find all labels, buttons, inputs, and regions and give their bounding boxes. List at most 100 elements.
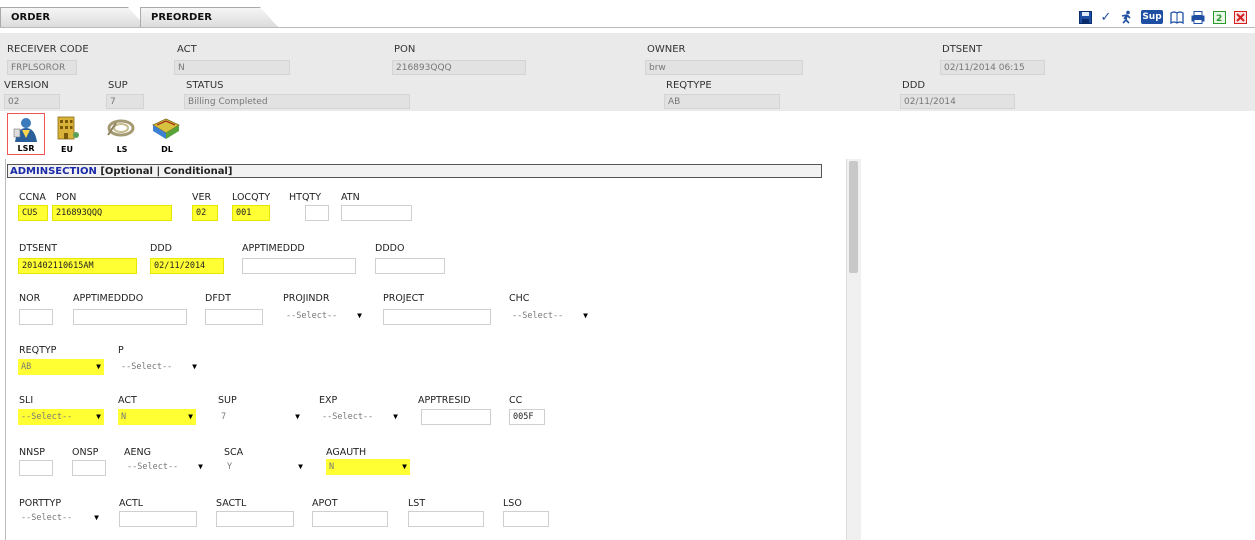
reqtype-value: AB: [664, 94, 780, 109]
porttyp-value: --Select--: [21, 513, 73, 523]
sactl-input[interactable]: [216, 511, 294, 527]
p-select[interactable]: --Select-- ▼: [118, 359, 200, 375]
apptresid-input[interactable]: [421, 409, 491, 425]
reqtyp-select[interactable]: AB ▼: [18, 359, 104, 375]
ddd-field-label: DDD: [150, 243, 172, 254]
section-ls-button[interactable]: LS: [103, 113, 141, 155]
dl-book-icon: [152, 118, 180, 139]
ddd-value: 02/11/2014: [900, 94, 1015, 109]
dtsent-input[interactable]: 201402110615AM: [18, 258, 137, 274]
dfdt-input[interactable]: [205, 309, 263, 325]
tab-divider: [0, 27, 1255, 28]
dddo-label: DDDO: [375, 243, 405, 254]
section-eu-button[interactable]: EU: [48, 113, 86, 155]
lst-label: LST: [408, 498, 426, 509]
apptimeddd-input[interactable]: [242, 258, 356, 274]
run-icon[interactable]: [1120, 10, 1134, 24]
owner-label: OWNER: [647, 44, 686, 55]
apot-label: APOT: [312, 498, 338, 509]
nor-input[interactable]: [19, 309, 53, 325]
htqty-label: HTQTY: [289, 192, 322, 203]
eu-building-icon: [57, 116, 79, 140]
exp-select[interactable]: --Select-- ▼: [319, 409, 401, 425]
sup-value: 7: [106, 94, 144, 109]
porttyp-select[interactable]: --Select-- ▼: [18, 510, 102, 526]
actl-input[interactable]: [119, 511, 197, 527]
act-field-value: N: [121, 412, 127, 422]
act-field-label: ACT: [118, 395, 137, 406]
book-icon[interactable]: [1170, 10, 1184, 24]
print-icon[interactable]: [1191, 10, 1205, 24]
exp-value: --Select--: [322, 412, 374, 422]
close-icon[interactable]: [1233, 10, 1247, 24]
adminsection-subtitle: [Optional | Conditional]: [100, 166, 233, 177]
chc-value: --Select--: [512, 311, 564, 321]
tab-order[interactable]: ORDER: [0, 7, 146, 27]
chevron-down-icon: ▼: [583, 311, 588, 320]
sup-label: SUP: [108, 80, 128, 91]
projindr-value: --Select--: [286, 311, 338, 321]
nnsp-label: NNSP: [19, 447, 45, 458]
act-select[interactable]: N ▼: [118, 409, 196, 425]
save-icon[interactable]: [1078, 10, 1092, 24]
apot-input[interactable]: [312, 511, 388, 527]
dddo-input[interactable]: [375, 258, 445, 274]
sactl-label: SACTL: [216, 498, 247, 509]
chevron-down-icon: ▼: [96, 362, 101, 371]
vertical-scrollbar[interactable]: [846, 159, 861, 540]
project-input[interactable]: [383, 309, 491, 325]
project-label: PROJECT: [383, 293, 425, 304]
aeng-select[interactable]: --Select-- ▼: [124, 459, 206, 475]
section-dl-button[interactable]: DL: [148, 113, 186, 155]
sli-label: SLI: [19, 395, 34, 406]
sup-select[interactable]: 7 ▼: [218, 409, 303, 425]
lsr-icon: [13, 118, 37, 142]
pon-input[interactable]: 216893QQQ: [52, 205, 172, 221]
aeng-value: --Select--: [127, 462, 179, 472]
agauth-label: AGAUTH: [326, 447, 367, 458]
section-lsr-button[interactable]: LSR: [7, 113, 45, 155]
apptimedddo-input[interactable]: [73, 309, 187, 325]
section-lsr-label: LSR: [17, 144, 35, 153]
sup-button[interactable]: Sup: [1141, 10, 1163, 24]
atn-input[interactable]: [341, 205, 412, 221]
lso-label: LSO: [503, 498, 522, 509]
sca-label: SCA: [224, 447, 244, 458]
projindr-select[interactable]: --Select-- ▼: [283, 308, 365, 324]
sca-select[interactable]: Y ▼: [224, 459, 306, 475]
scrollbar-thumb[interactable]: [849, 161, 858, 273]
locqty-input[interactable]: 001: [232, 205, 270, 221]
adminsection-title: ADMINSECTION: [10, 166, 97, 177]
pon-label: PON: [394, 44, 416, 55]
status-value: Billing Completed: [184, 94, 410, 109]
section-ls-label: LS: [116, 145, 128, 154]
tab-preorder[interactable]: PREORDER: [140, 7, 278, 27]
nor-label: NOR: [19, 293, 41, 304]
lst-input[interactable]: [408, 511, 484, 527]
chevron-down-icon: ▼: [393, 412, 398, 421]
ls-cable-icon: [107, 119, 135, 137]
agauth-select[interactable]: N ▼: [326, 459, 410, 475]
chc-select[interactable]: --Select-- ▼: [509, 308, 591, 324]
ver-input[interactable]: 02: [192, 205, 218, 221]
ddd-input[interactable]: 02/11/2014: [150, 258, 224, 274]
agauth-value: N: [329, 462, 335, 472]
dtsent-label: DTSENT: [942, 44, 983, 55]
sup-field-label: SUP: [218, 395, 237, 406]
act-label: ACT: [177, 44, 197, 55]
cc-input[interactable]: 005F: [509, 409, 545, 425]
dfdt-label: DFDT: [205, 293, 231, 304]
nnsp-input[interactable]: [19, 460, 53, 476]
ccna-input[interactable]: CUS: [18, 205, 48, 221]
section-dl-label: DL: [161, 145, 173, 154]
version-label: VERSION: [4, 80, 49, 91]
ver-label: VER: [192, 192, 212, 203]
sli-select[interactable]: --Select-- ▼: [18, 409, 104, 425]
refresh-icon[interactable]: 2: [1212, 10, 1226, 24]
locqty-label: LOCQTY: [232, 192, 271, 203]
check-icon[interactable]: ✓: [1099, 10, 1113, 25]
onsp-input[interactable]: [72, 460, 106, 476]
htqty-input[interactable]: [305, 205, 329, 221]
sli-value: --Select--: [21, 412, 73, 422]
lso-input[interactable]: [503, 511, 549, 527]
